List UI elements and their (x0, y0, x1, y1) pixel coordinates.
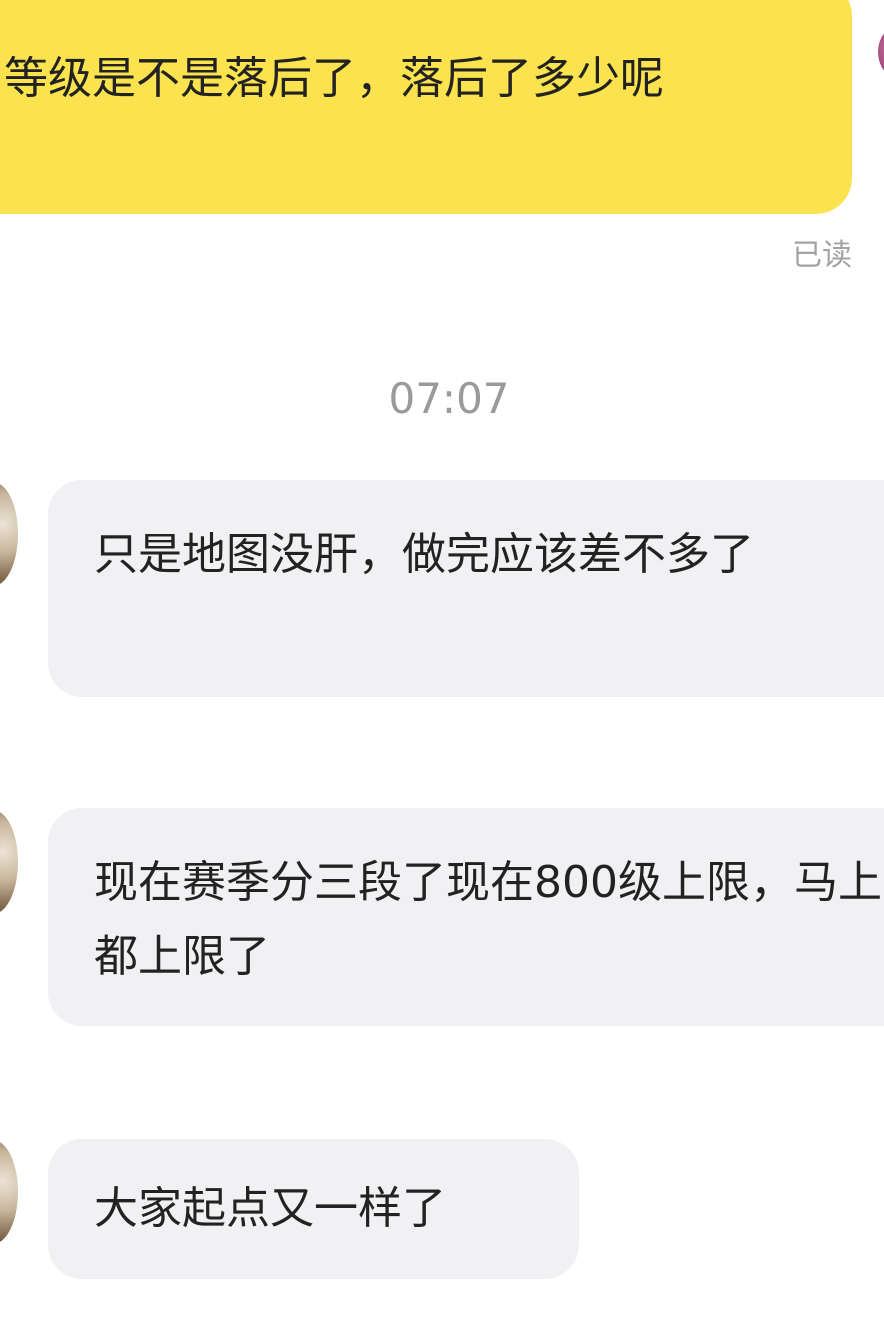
incoming-message-bubble[interactable]: 大家起点又一样了 (48, 1139, 579, 1279)
chat-screen: 等级是不是落后了，落后了多少呢 已读 07:07 只是地图没肝，做完应该差不多了… (0, 0, 884, 1344)
self-avatar-icon[interactable] (878, 26, 884, 78)
contact-avatar-icon[interactable] (0, 810, 18, 914)
incoming-message-text: 大家起点又一样了 (94, 1183, 446, 1234)
incoming-message-text: 只是地图没肝，做完应该差不多了 (94, 529, 754, 580)
outgoing-message-bubble[interactable]: 等级是不是落后了，落后了多少呢 (0, 0, 852, 214)
time-divider: 07:07 (388, 374, 510, 423)
contact-avatar-icon[interactable] (0, 1140, 18, 1244)
read-receipt: 已读 (792, 238, 852, 273)
contact-avatar-icon[interactable] (0, 482, 18, 586)
incoming-message-bubble[interactable]: 只是地图没肝，做完应该差不多了 (48, 480, 884, 697)
incoming-message-text: 现在赛季分三段了现在800级上限，马上都上限了 (94, 857, 882, 982)
incoming-message-bubble[interactable]: 现在赛季分三段了现在800级上限，马上都上限了 (48, 808, 884, 1026)
outgoing-message-text: 等级是不是落后了，落后了多少呢 (4, 53, 664, 104)
